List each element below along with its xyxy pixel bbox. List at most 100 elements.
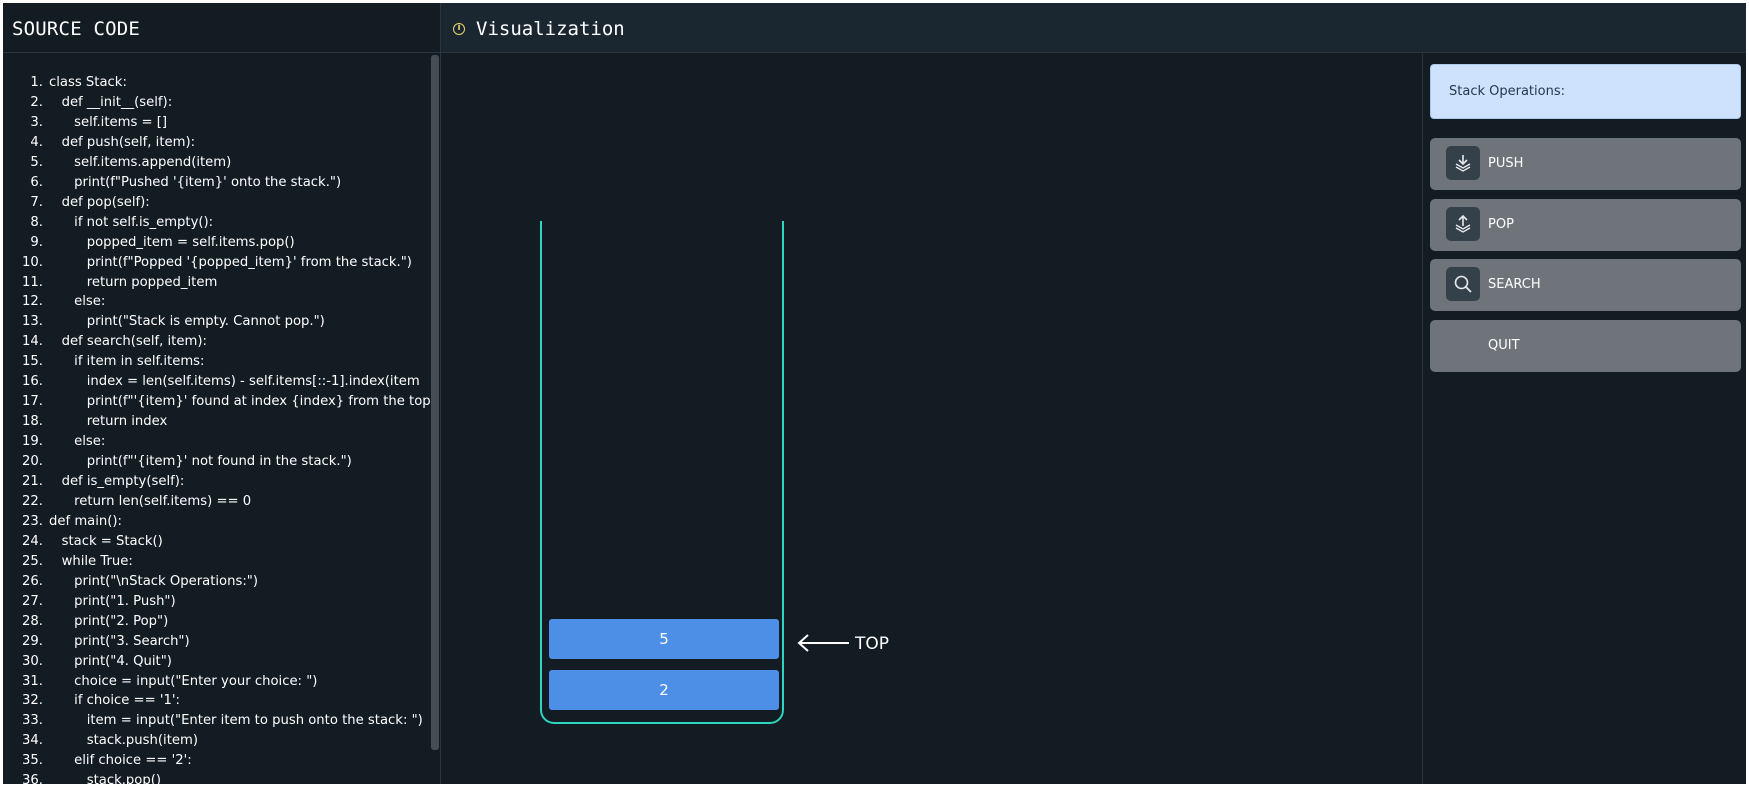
code-text: if item in self.items:	[49, 354, 205, 370]
line-number: 17.	[22, 394, 43, 410]
line-number: 21.	[22, 474, 43, 489]
code-text: if not self.is_empty():	[49, 214, 214, 230]
line-number: 36.	[22, 773, 43, 784]
search-button-label: SEARCH	[1488, 277, 1541, 292]
line-number: 14.	[22, 334, 43, 350]
line-number: 24.	[22, 533, 43, 549]
code-text: if choice == '1':	[49, 693, 180, 709]
code-text: popped_item = self.items.pop()	[49, 234, 295, 250]
code-text: item = input("Enter item to push onto th…	[49, 713, 423, 729]
code-line: 7. def pop(self):	[3, 194, 150, 215]
code-text: stack.push(item)	[49, 733, 198, 749]
code-text: def __init__(self):	[49, 94, 173, 110]
code-text: print("\nStack Operations:")	[49, 573, 259, 589]
code-line: 1. class Stack:	[3, 75, 127, 95]
code-line: 16. index = len(self.items) - self.items…	[3, 374, 420, 394]
line-number: 1.	[30, 75, 43, 90]
code-text: index = len(self.items) - self.items[::-…	[49, 374, 420, 390]
code-text: class Stack:	[49, 75, 127, 90]
line-number: 6.	[30, 174, 43, 190]
code-text: return index	[49, 414, 168, 430]
push-button-label: PUSH	[1488, 156, 1524, 171]
code-line: 22. return len(self.items) == 0	[3, 494, 251, 514]
line-number: 19.	[22, 434, 43, 450]
code-text: else:	[49, 434, 106, 450]
visualization-header: i Visualization	[441, 3, 1746, 53]
code-line: 12. else:	[3, 294, 105, 314]
code-text: while True:	[49, 553, 133, 569]
code-text: return popped_item	[49, 274, 218, 290]
line-number: 3.	[30, 114, 43, 130]
code-line: 34. stack.push(item)	[3, 733, 198, 753]
stack-item-value: 5	[659, 630, 669, 648]
code-line: 5. self.items.append(item)	[3, 155, 231, 175]
code-text: elif choice == '2':	[49, 753, 192, 769]
code-text: print("2. Pop")	[49, 613, 169, 629]
line-number: 28.	[22, 613, 43, 629]
pop-button[interactable]: POP	[1430, 199, 1741, 251]
operations-header-text: Stack Operations:	[1449, 84, 1565, 99]
line-number: 20.	[22, 454, 43, 470]
line-number: 31.	[22, 673, 43, 689]
code-line: 31. choice = input("Enter your choice: "…	[3, 674, 317, 694]
code-line: 32. if choice == '1':	[3, 693, 180, 713]
code-text: print("4. Quit")	[49, 653, 172, 669]
code-listing[interactable]: 1. class Stack: 2. def __init__(self): 3. s…	[3, 75, 431, 784]
line-number: 11.	[22, 274, 43, 290]
line-number: 29.	[22, 633, 43, 649]
code-text: print(f"'{item}' found at index {index} …	[49, 394, 431, 410]
code-text: print("3. Search")	[49, 633, 190, 649]
stack-visualizer-app: SOURCE CODE 1. class Stack: 2. def __init_…	[3, 3, 1746, 784]
code-scrollbar-thumb[interactable]	[431, 55, 439, 750]
line-number: 26.	[22, 573, 43, 589]
code-line: 17. print(f"'{item}' found at index {ind…	[3, 394, 431, 414]
line-number: 27.	[22, 593, 43, 609]
code-line: 9. popped_item = self.items.pop()	[3, 234, 295, 255]
code-line: 3. self.items = []	[3, 115, 167, 135]
code-text: stack = Stack()	[49, 533, 163, 549]
code-text: def pop(self):	[49, 194, 150, 210]
line-number: 18.	[22, 414, 43, 430]
code-line: 21. def is_empty(self):	[3, 474, 184, 494]
line-number: 22.	[22, 493, 43, 509]
code-text: stack.pop()	[49, 773, 162, 784]
info-icon[interactable]: i	[453, 23, 465, 35]
code-text: def search(self, item):	[49, 334, 207, 350]
line-number: 4.	[30, 134, 43, 150]
code-text: print(f"Pushed '{item}' onto the stack."…	[49, 174, 342, 190]
code-text: def is_empty(self):	[49, 474, 185, 489]
line-number: 12.	[22, 294, 43, 310]
stack-item: 2	[549, 670, 779, 710]
quit-button[interactable]: QUIT	[1430, 320, 1741, 372]
code-line: 28. print("2. Pop")	[3, 614, 168, 634]
code-text: print(f"'{item}' not found in the stack.…	[49, 454, 352, 470]
code-text: self.items.append(item)	[49, 154, 232, 170]
code-text: print("1. Push")	[49, 593, 176, 609]
search-button[interactable]: SEARCH	[1430, 259, 1741, 311]
code-line: 35. elif choice == '2':	[3, 753, 192, 773]
code-text: def push(self, item):	[49, 134, 196, 150]
push-button[interactable]: PUSH	[1430, 138, 1741, 190]
code-line: 2. def __init__(self):	[3, 95, 172, 115]
line-number: 8.	[30, 214, 43, 230]
code-line: 15. if item in self.items:	[3, 354, 204, 374]
top-arrow-icon	[797, 634, 849, 652]
line-number: 13.	[22, 314, 43, 330]
code-line: 25. while True:	[3, 554, 133, 574]
line-number: 7.	[30, 194, 43, 210]
code-text: def main():	[49, 513, 123, 529]
code-line: 14. def search(self, item):	[3, 334, 207, 354]
code-line: 11. return popped_item	[3, 275, 217, 295]
pop-icon	[1446, 207, 1480, 241]
source-code-panel: SOURCE CODE 1. class Stack: 2. def __init_…	[3, 3, 441, 784]
code-line: 26. print("\nStack Operations:")	[3, 574, 258, 594]
code-line: 27. print("1. Push")	[3, 594, 176, 614]
code-text: self.items = []	[49, 114, 168, 130]
line-number: 5.	[30, 154, 43, 170]
line-number: 15.	[22, 354, 43, 370]
quit-button-label: QUIT	[1488, 338, 1520, 353]
line-number: 16.	[22, 374, 43, 390]
operations-header: Stack Operations:	[1430, 64, 1741, 119]
line-number: 34.	[22, 733, 43, 749]
code-line: 10. print(f"Popped '{popped_item}' from …	[3, 255, 412, 275]
